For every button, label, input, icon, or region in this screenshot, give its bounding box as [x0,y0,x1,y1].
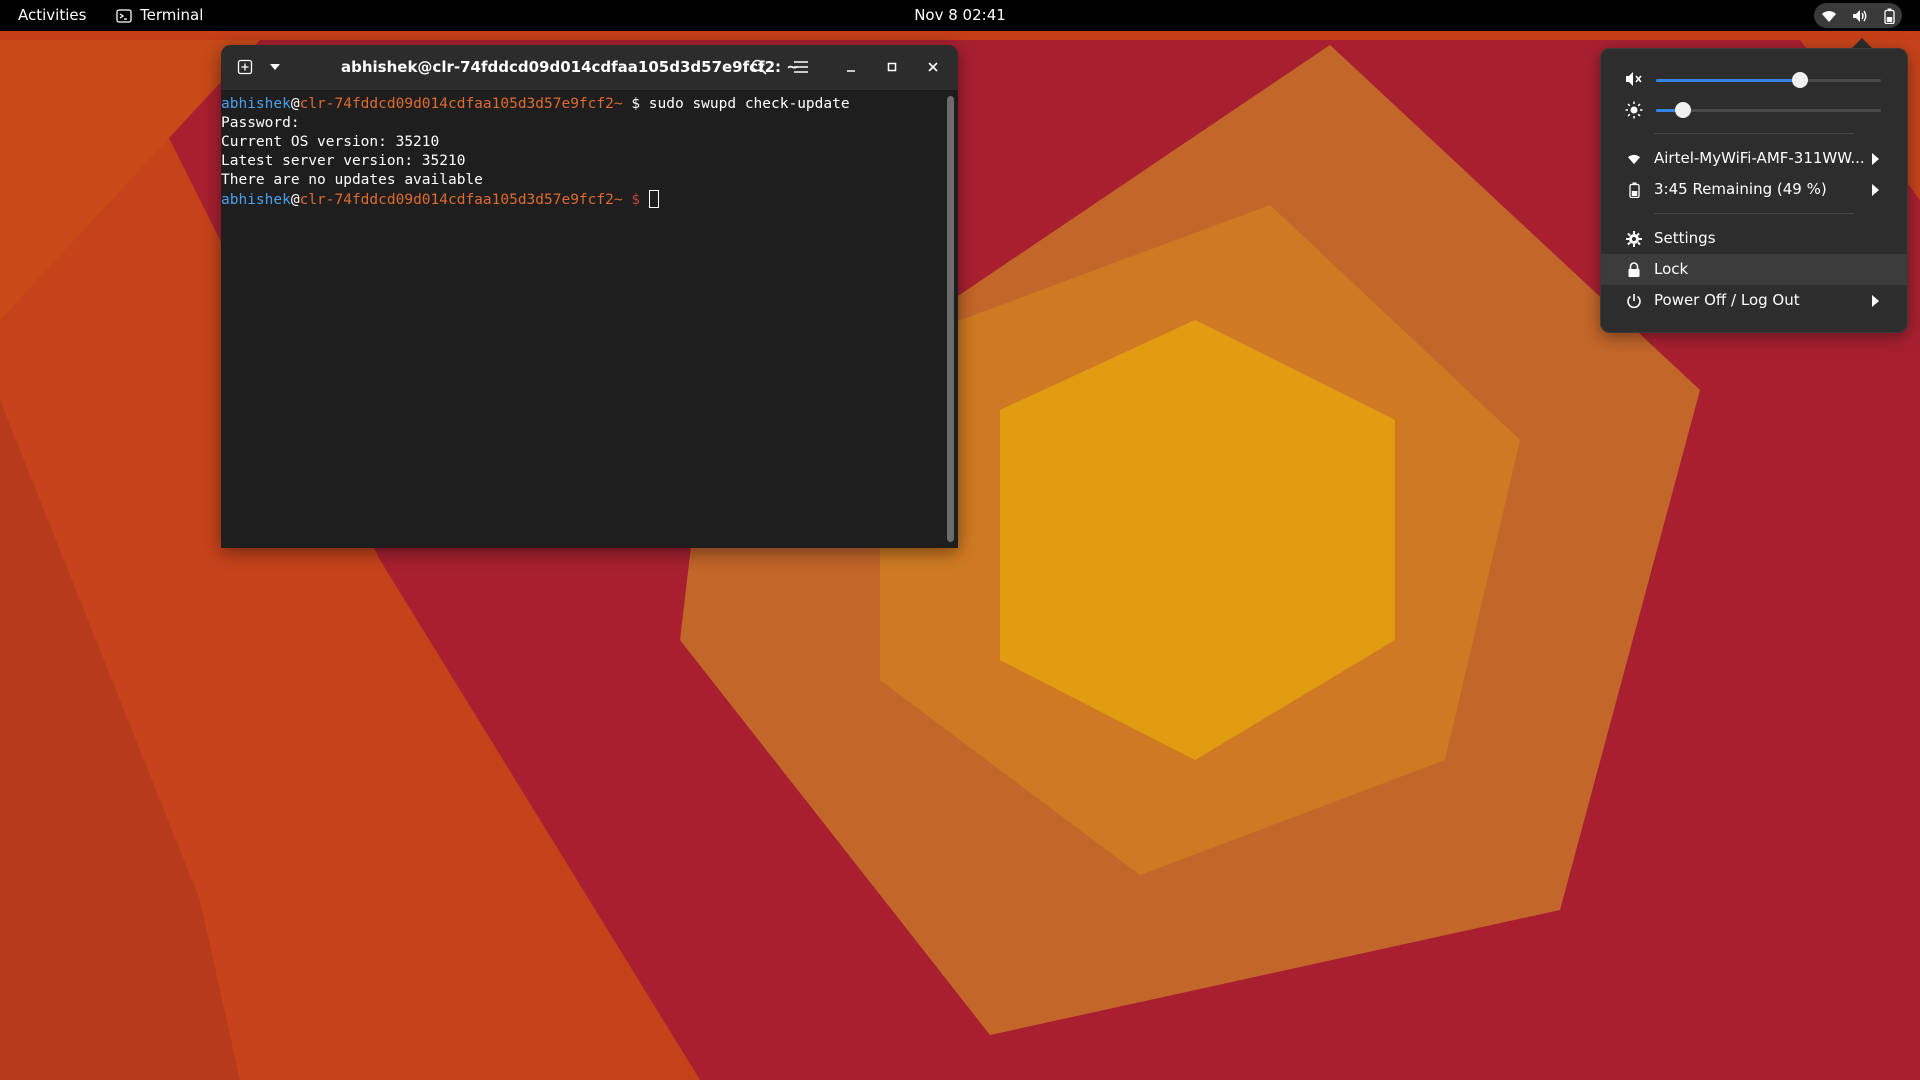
submenu-arrow-icon [1872,295,1879,307]
battery-icon [1883,8,1895,24]
brightness-slider[interactable] [1656,102,1881,118]
battery-menu-item[interactable]: 3:45 Remaining (49 %) [1601,174,1907,205]
prompt-path: ~ [613,96,623,112]
submenu-arrow-icon [1872,153,1879,165]
wifi-label: Airtel-MyWiFi-AMF-311WW... [1654,149,1865,167]
submenu-arrow-icon [1872,184,1879,196]
prompt-user: abhishek [221,192,291,208]
terminal-line: abhishek@clr-74fddcd09d014cdfaa105d3d57e… [221,190,946,209]
settings-label: Settings [1654,229,1716,247]
terminal-icon [116,8,132,24]
main-menu-button[interactable] [787,53,815,81]
terminal-line: abhishek@clr-74fddcd09d014cdfaa105d3d57e… [221,96,850,112]
terminal-output[interactable]: abhishek@clr-74fddcd09d014cdfaa105d3d57e… [221,91,946,548]
close-button[interactable] [919,53,947,81]
command-text: sudo swupd check-update [640,96,850,112]
window-title: abhishek@clr-74fddcd09d014cdfaa105d3d57e… [341,58,799,76]
lock-label: Lock [1654,260,1689,278]
top-bar: Activities Terminal Nov 8 02:41 [0,0,1920,31]
prompt-symbol: $ [631,192,641,208]
lock-menu-item[interactable]: Lock [1601,254,1907,285]
terminal-scrollbar[interactable] [947,96,954,542]
menu-separator [1654,213,1854,214]
prompt-user: abhishek [221,96,291,112]
terminal-window[interactable]: abhishek@clr-74fddcd09d014cdfaa105d3d57e… [221,45,958,548]
app-menu[interactable]: Terminal [116,0,203,31]
wifi-icon [1625,150,1643,168]
brightness-slider-handle[interactable] [1675,102,1691,118]
terminal-line: Current OS version: 35210 [221,134,440,150]
volume-muted-icon [1625,71,1643,87]
prompt-path: ~ [613,192,623,208]
system-menu: Airtel-MyWiFi-AMF-311WW... 3:45 Remainin… [1600,48,1908,333]
power-label: Power Off / Log Out [1654,291,1800,309]
hamburger-menu-icon [793,60,809,74]
clock[interactable]: Nov 8 02:41 [914,6,1006,24]
wifi-icon [1821,9,1837,23]
app-menu-label: Terminal [140,6,204,24]
volume-slider[interactable] [1656,72,1881,88]
prompt-symbol: $ [631,96,641,112]
power-menu-item[interactable]: Power Off / Log Out [1601,285,1907,316]
volume-slider-fill [1656,79,1800,82]
volume-slider-row [1601,67,1907,93]
prompt-host: clr-74fddcd09d014cdfaa105d3d57e9fcf2 [299,96,614,112]
terminal-line: Password: [221,115,300,131]
brightness-slider-row [1601,97,1907,123]
gear-icon [1625,230,1643,248]
settings-menu-item[interactable]: Settings [1601,223,1907,254]
terminal-headerbar[interactable]: abhishek@clr-74fddcd09d014cdfaa105d3d57e… [221,45,958,91]
search-button[interactable] [745,53,773,81]
minimize-button[interactable] [837,53,865,81]
minimize-icon [845,61,857,73]
wifi-menu-item[interactable]: Airtel-MyWiFi-AMF-311WW... [1601,143,1907,174]
tab-menu-button[interactable] [261,53,289,81]
prompt-host: clr-74fddcd09d014cdfaa105d3d57e9fcf2 [299,192,614,208]
close-icon [927,61,939,73]
system-status-area[interactable] [1814,3,1902,28]
brightness-icon [1625,101,1643,119]
maximize-button[interactable] [878,53,906,81]
new-tab-button[interactable] [231,53,259,81]
system-menu-pointer [1852,38,1872,48]
volume-icon [1852,9,1869,23]
power-icon [1625,292,1643,310]
volume-slider-handle[interactable] [1792,72,1808,88]
battery-icon [1625,181,1643,199]
terminal-line: Latest server version: 35210 [221,153,466,169]
battery-label: 3:45 Remaining (49 %) [1654,180,1827,198]
search-icon [751,59,767,75]
activities-button[interactable]: Activities [18,0,86,31]
lock-icon [1625,261,1643,279]
new-tab-icon [237,59,253,75]
maximize-icon [886,61,898,73]
text-cursor [648,190,659,208]
menu-separator [1654,133,1854,134]
chevron-down-icon [269,63,281,71]
terminal-line: There are no updates available [221,172,483,188]
